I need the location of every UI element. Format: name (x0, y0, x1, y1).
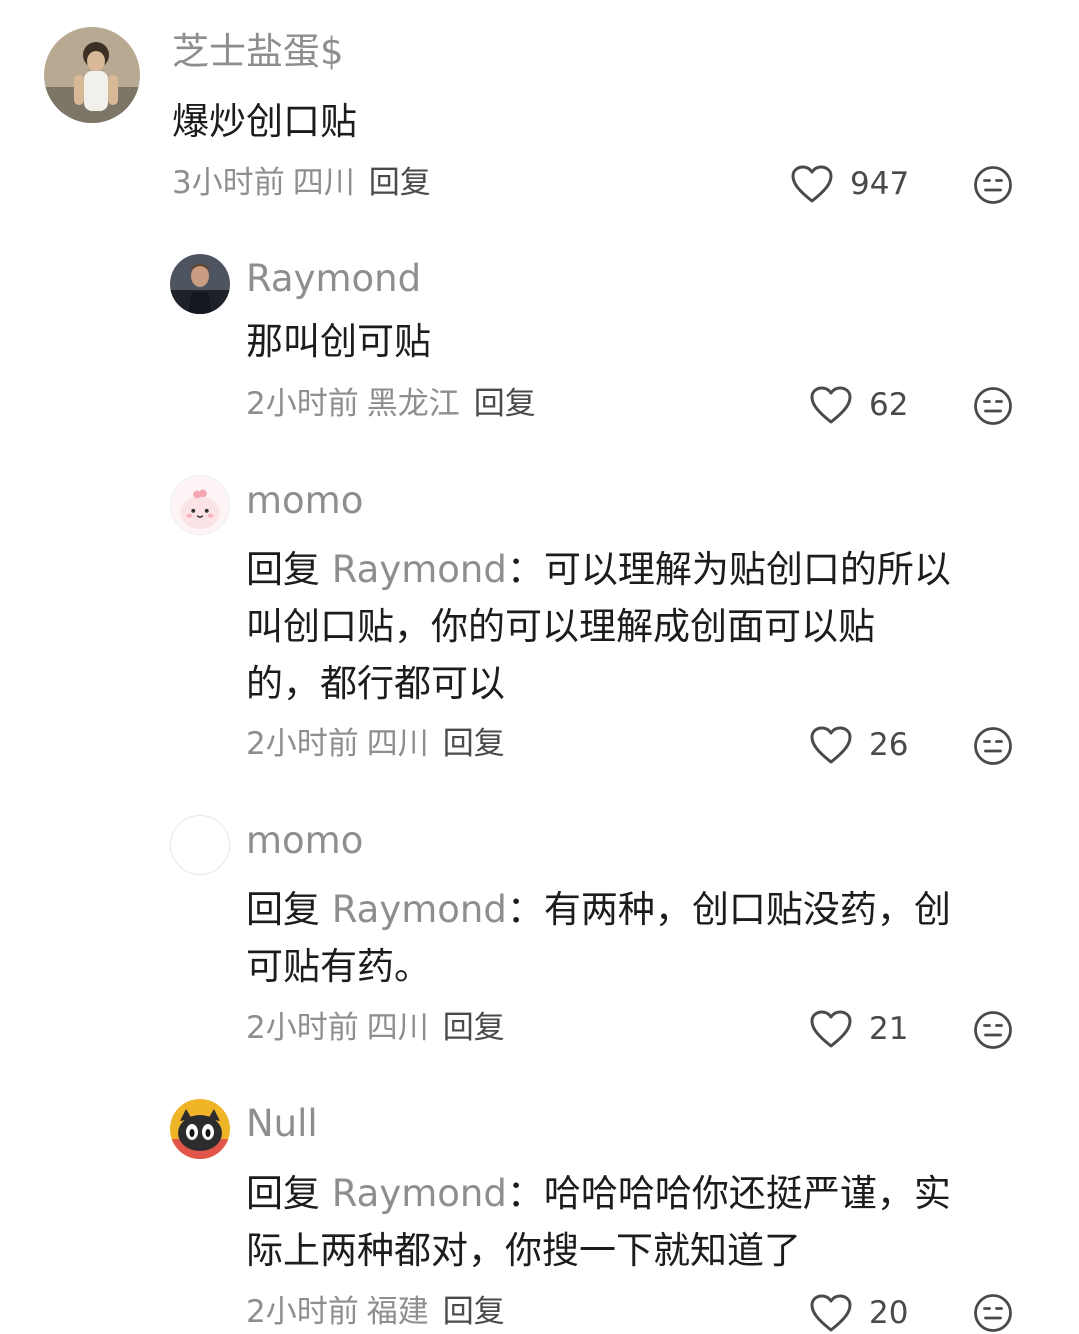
comment-line: 际上两种都对，你搜一下就知道了 (246, 1229, 801, 1272)
comment-meta: 2小时前 黑龙江 回复 (246, 389, 536, 420)
avatar[interactable] (170, 254, 230, 314)
meh-face-icon[interactable] (973, 726, 1013, 766)
reply-colon: ： (506, 548, 544, 591)
heart-outline-icon (810, 726, 852, 764)
comment-line: 回复 Raymond：可以理解为贴创口的所以 (246, 541, 951, 598)
avatar-image (170, 254, 230, 314)
like-count: 62 (869, 386, 909, 423)
comment-location: 四川 (366, 1010, 429, 1046)
avatar[interactable] (170, 1099, 230, 1159)
like-button[interactable]: 21 (809, 1009, 908, 1049)
heart-outline-icon (810, 1294, 852, 1332)
reply-button[interactable]: 回复 (369, 165, 431, 201)
reply-to-user[interactable]: Raymond (332, 548, 507, 591)
meh-face-icon[interactable] (973, 1010, 1013, 1050)
comment-location: 黑龙江 (366, 386, 460, 422)
comment-username[interactable]: Null (246, 1105, 318, 1142)
meh-face-icon[interactable] (973, 165, 1013, 205)
reply-button[interactable]: 回复 (443, 1294, 505, 1330)
heart-outline-icon (810, 386, 852, 424)
comment-line: 叫创口贴，你的可以理解成创面可以贴 (246, 605, 875, 648)
reply-button[interactable]: 回复 (443, 726, 505, 762)
comment-time: 2小时前 (246, 1010, 359, 1046)
reply-prefix: 回复 (246, 1172, 320, 1215)
comment-username[interactable]: momo (246, 482, 363, 519)
comment-line: 的，都行都可以 (246, 662, 505, 705)
comment-text: 那叫创可贴 (246, 313, 431, 370)
comment-text: 回复 Raymond：有两种，创口贴没药，创 可贴有药。 (246, 881, 951, 995)
heart-outline-icon (791, 165, 833, 203)
avatar[interactable] (44, 27, 140, 123)
comment-location: 福建 (366, 1294, 429, 1330)
comment-text: 回复 Raymond：可以理解为贴创口的所以 叫创口贴，你的可以理解成创面可以贴… (246, 541, 951, 712)
reply-button[interactable]: 回复 (474, 386, 536, 422)
comment-line: 爆炒创口贴 (172, 100, 357, 143)
comment-line: 回复 Raymond：有两种，创口贴没药，创 (246, 881, 951, 938)
like-button[interactable]: 20 (809, 1293, 908, 1333)
comment-meta: 2小时前 四川 回复 (246, 1013, 505, 1044)
like-count: 26 (869, 726, 909, 763)
avatar-image (170, 1099, 230, 1159)
comment-time: 2小时前 (246, 1294, 359, 1330)
avatar-image (44, 27, 140, 123)
like-count: 21 (869, 1010, 909, 1047)
avatar[interactable] (170, 815, 230, 875)
reply-colon: ： (506, 1172, 544, 1215)
comment-time: 2小时前 (246, 386, 359, 422)
comment-text: 爆炒创口贴 (172, 93, 357, 150)
meh-face-icon[interactable] (973, 1293, 1013, 1333)
reply-prefix: 回复 (246, 888, 320, 931)
comment-first-line: 有两种，创口贴没药，创 (543, 888, 951, 931)
reply-colon: ： (506, 888, 544, 931)
comment-username[interactable]: Raymond (246, 260, 421, 297)
comment-first-line: 哈哈哈哈你还挺严谨，实 (543, 1172, 951, 1215)
like-count: 947 (850, 165, 910, 202)
reply-prefix: 回复 (246, 548, 320, 591)
reply-to-user[interactable]: Raymond (332, 1172, 507, 1215)
reply-button[interactable]: 回复 (443, 1010, 505, 1046)
heart-outline-icon (810, 1010, 852, 1048)
avatar-image (171, 476, 229, 534)
avatar[interactable] (170, 475, 230, 535)
comment-username[interactable]: 芝士盐蛋$ (172, 33, 344, 70)
comment-location: 四川 (366, 726, 429, 762)
like-button[interactable]: 62 (809, 385, 908, 425)
like-button[interactable]: 26 (809, 725, 908, 765)
meh-face-icon[interactable] (973, 386, 1013, 426)
comment-time: 2小时前 (246, 726, 359, 762)
comment-meta: 3小时前 四川 回复 (172, 168, 431, 199)
comment-meta: 2小时前 四川 回复 (246, 729, 505, 760)
comment-location: 四川 (292, 165, 355, 201)
comment-line: 那叫创可贴 (246, 320, 431, 363)
comment-line: 可贴有药。 (246, 945, 431, 988)
comment-line: 回复 Raymond：哈哈哈哈你还挺严谨，实 (246, 1165, 951, 1222)
like-button[interactable]: 947 (790, 164, 909, 204)
reply-to-user[interactable]: Raymond (332, 888, 507, 931)
comment-username[interactable]: momo (246, 822, 363, 859)
like-count: 20 (869, 1294, 909, 1331)
comment-time: 3小时前 (172, 165, 285, 201)
comment-meta: 2小时前 福建 回复 (246, 1297, 505, 1328)
comment-first-line: 可以理解为贴创口的所以 (543, 548, 951, 591)
comment-text: 回复 Raymond：哈哈哈哈你还挺严谨，实 际上两种都对，你搜一下就知道了 (246, 1165, 951, 1279)
